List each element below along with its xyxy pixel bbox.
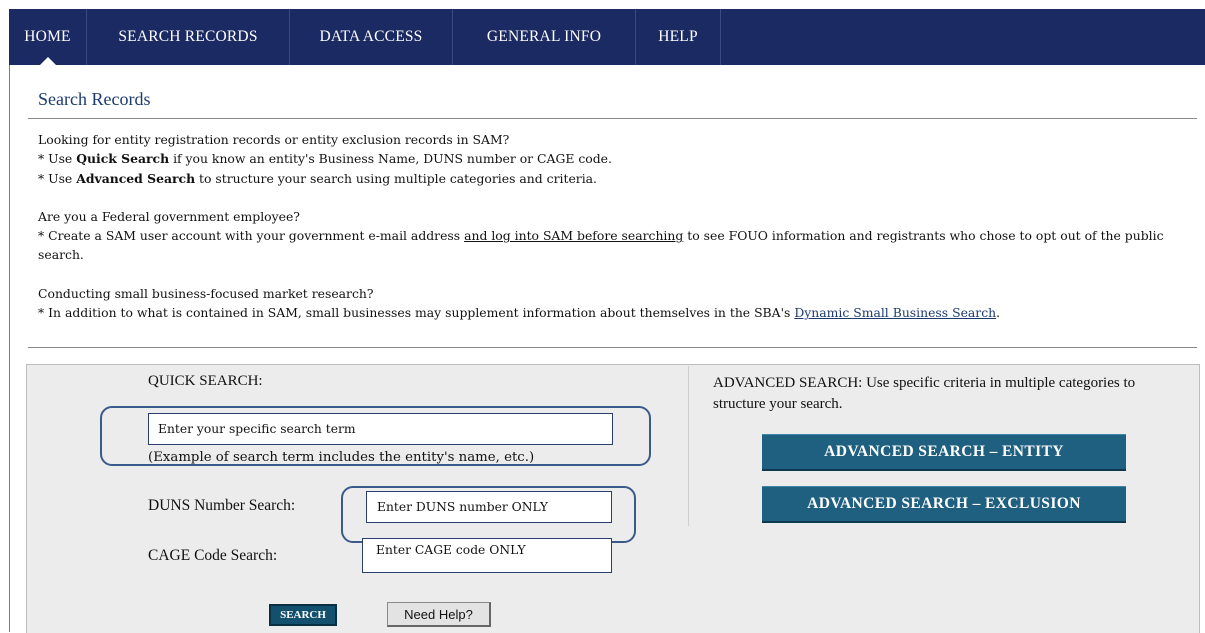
log-into-sam-link[interactable]: and log into SAM before searching [464,228,683,243]
intro-line: * Create a SAM user account with your go… [38,228,465,244]
quick-search-term: Quick Search [76,151,170,167]
left-border [9,65,10,632]
intro-text: Looking for entity registration records … [38,130,1198,341]
intro-line: * In addition to what is contained in SA… [38,305,795,321]
advanced-search-exclusion-button[interactable]: ADVANCED SEARCH – EXCLUSION [762,486,1126,521]
page-title: Search Records [38,89,151,109]
intro-line: . [996,305,1001,321]
intro-paragraph-entity: Looking for entity registration records … [38,130,1198,188]
intro-paragraph-small-business: Conducting small business-focused market… [38,284,1198,323]
intro-line: Are you a Federal government employee? [38,208,300,224]
title-divider [28,118,1197,119]
advanced-search-term: Advanced Search [76,170,196,186]
intro-line: Conducting small business-focused market… [38,285,374,301]
intro-line: to structure your search using multiple … [195,170,597,186]
intro-line: if you know an entity's Business Name, D… [169,151,612,167]
dynamic-small-business-search-link[interactable]: Dynamic Small Business Search [794,305,996,320]
nav-home[interactable]: HOME [9,9,87,65]
quick-search-title: QUICK SEARCH: [148,373,263,389]
nav-data-access[interactable]: DATA ACCESS [290,9,453,65]
cage-input[interactable]: Enter CAGE code ONLY [362,538,612,573]
duns-label: DUNS Number Search: [148,497,296,514]
nav-help[interactable]: HELP [636,9,721,65]
nav-search-records[interactable]: SEARCH RECORDS [87,9,290,65]
cage-label: CAGE Code Search: [148,547,278,564]
intro-line: * Use [38,170,77,186]
duns-input[interactable]: Enter DUNS number ONLY [366,491,612,523]
advanced-search-entity-button[interactable]: ADVANCED SEARCH – ENTITY [762,434,1126,469]
search-button[interactable]: SEARCH [269,604,337,626]
intro-divider [28,347,1197,348]
panel-divider [688,366,689,526]
nav-general-info[interactable]: GENERAL INFO [453,9,636,65]
search-term-example: (Example of search term includes the ent… [148,450,535,465]
search-term-input[interactable]: Enter your specific search term [148,413,613,445]
need-help-button[interactable]: Need Help? [387,602,491,627]
intro-paragraph-federal: Are you a Federal government employee? *… [38,207,1198,265]
intro-line: * Use [38,151,77,167]
advanced-search-description: ADVANCED SEARCH: Use specific criteria i… [713,375,1136,412]
main-nav: HOME SEARCH RECORDS DATA ACCESS GENERAL … [9,9,1205,65]
intro-line: Looking for entity registration records … [38,132,510,147]
